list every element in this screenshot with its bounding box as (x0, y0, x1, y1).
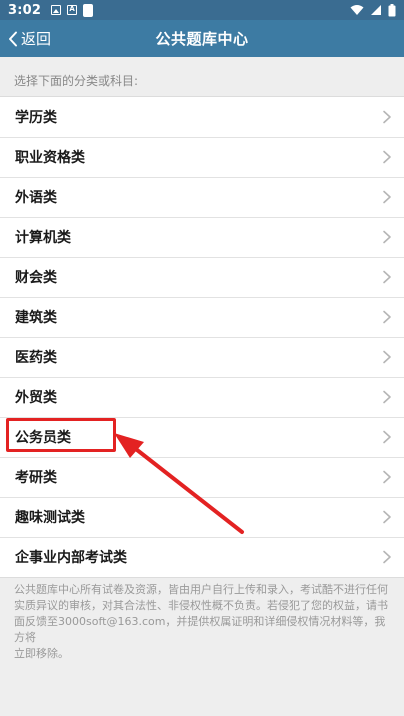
category-item-0[interactable]: 学历类 (0, 97, 404, 137)
category-label: 公务员类 (15, 430, 71, 446)
category-item-5[interactable]: 建筑类 (0, 297, 404, 337)
back-button[interactable]: 返回 (8, 20, 51, 57)
status-icons-right (350, 3, 396, 17)
chevron-left-icon (9, 31, 17, 46)
disclaimer-line: 立即移除。 (14, 647, 69, 660)
category-label: 医药类 (15, 350, 57, 366)
category-item-1[interactable]: 职业资格类 (0, 137, 404, 177)
category-label: 外贸类 (15, 390, 57, 406)
image-icon (51, 5, 62, 15)
a-letter-icon: A (67, 5, 78, 15)
chevron-right-icon (383, 270, 391, 284)
category-item-7[interactable]: 外贸类 (0, 377, 404, 417)
chevron-right-icon (383, 390, 391, 404)
category-item-6[interactable]: 医药类 (0, 337, 404, 377)
back-label: 返回 (21, 30, 52, 48)
category-item-10[interactable]: 趣味测试类 (0, 497, 404, 537)
category-item-4[interactable]: 财会类 (0, 257, 404, 297)
category-label: 企事业内部考试类 (15, 550, 127, 566)
status-bar: 3:02 A (0, 0, 404, 20)
chevron-right-icon (383, 350, 391, 364)
chevron-right-icon (383, 110, 391, 124)
category-label: 财会类 (15, 270, 57, 286)
category-item-9[interactable]: 考研类 (0, 457, 404, 497)
category-label: 职业资格类 (15, 150, 85, 166)
category-item-11[interactable]: 企事业内部考试类 (0, 537, 404, 577)
category-label: 外语类 (15, 190, 57, 206)
category-item-3[interactable]: 计算机类 (0, 217, 404, 257)
chevron-right-icon (383, 190, 391, 204)
status-time: 3:02 (8, 2, 42, 18)
disclaimer-line: 公共题库中心所有试卷及资源，皆由用户自行上传和录入，考试酷不进行任何 (14, 583, 388, 596)
chevron-right-icon (383, 550, 391, 564)
chevron-right-icon (383, 430, 391, 444)
section-hint: 选择下面的分类或科目: (14, 74, 139, 88)
category-label: 学历类 (15, 110, 57, 126)
category-list: 学历类 职业资格类 外语类 计算机类 财会类 建筑类 医药类 外贸类 公务员类 … (0, 96, 404, 578)
wifi-icon (350, 5, 364, 15)
status-icons-left: A (51, 3, 94, 17)
nav-bar: 返回 公共题库中心 (0, 20, 404, 57)
chevron-right-icon (383, 150, 391, 164)
disclaimer-line: 实质异议的审核，对其合法性、非侵权性概不负责。若侵犯了您的权益，请书 (14, 599, 388, 612)
page-title: 公共题库中心 (155, 30, 249, 48)
disclaimer-text: 公共题库中心所有试卷及资源，皆由用户自行上传和录入，考试酷不进行任何 实质异议的… (14, 582, 396, 662)
category-label: 建筑类 (15, 310, 57, 326)
category-label: 计算机类 (15, 230, 71, 246)
category-item-2[interactable]: 外语类 (0, 177, 404, 217)
notification-icon (83, 3, 94, 17)
chevron-right-icon (383, 310, 391, 324)
chevron-right-icon (383, 230, 391, 244)
chevron-right-icon (383, 510, 391, 524)
disclaimer-line: 面反馈至3000soft@163.com，并提供权属证明和详细侵权情况材料等，我… (14, 615, 386, 644)
category-item-8[interactable]: 公务员类 (0, 417, 404, 457)
chevron-right-icon (383, 470, 391, 484)
screen: 3:02 A 返回 公共题库中心 选择下面的分类或科目: 学历类 职业资格类 外… (0, 0, 404, 716)
category-label: 趣味测试类 (15, 510, 85, 526)
category-label: 考研类 (15, 470, 57, 486)
signal-icon (371, 5, 381, 15)
battery-icon (388, 3, 396, 16)
